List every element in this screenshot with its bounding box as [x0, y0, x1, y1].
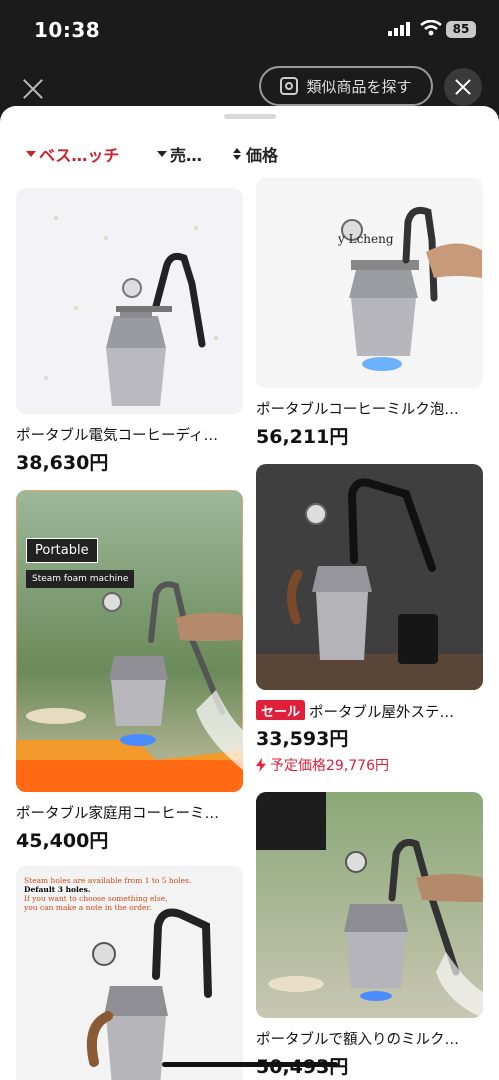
product-image[interactable] [256, 464, 483, 690]
product-card[interactable]: ポータブルで額入りのミルク… 50,493円 [256, 792, 483, 1079]
caret-down-icon [157, 151, 167, 157]
home-indicator[interactable] [162, 1062, 338, 1067]
product-image[interactable]: Steam holes are available from 1 to 5 ho… [16, 866, 243, 1080]
product-name: ポータブルコーヒーミルク泡… [256, 402, 459, 418]
sort-tab-sales[interactable]: 売… [157, 142, 202, 166]
product-caption: Steam holes are available from 1 to 5 ho… [24, 876, 191, 912]
caret-down-icon [26, 151, 36, 157]
product-price: 33,593円 [256, 728, 349, 750]
product-image[interactable] [256, 792, 483, 1018]
planned-price-value: 29,776円 [326, 758, 389, 774]
dismiss-icon[interactable] [444, 68, 482, 106]
product-name: ポータブル家庭用コーヒーミ… [16, 806, 219, 822]
cellular-signal-icon [388, 22, 410, 36]
close-icon[interactable] [20, 76, 46, 102]
overlay-subtitle: Steam foam machine [26, 570, 135, 588]
product-card[interactable]: Steam holes are available from 1 to 5 ho… [16, 866, 243, 1080]
product-card[interactable]: セール ポータブル屋外ステ… 33,593円 予定価格29,776円 [256, 464, 483, 775]
caption-line: Steam holes are available from 1 to 5 ho… [24, 876, 192, 885]
product-card[interactable]: Portable Steam foam machine ポータブル家庭用コーヒー… [16, 490, 243, 853]
espresso-maker-image [256, 178, 483, 388]
caption-line: If you want to choose something else, [24, 894, 168, 903]
product-price: 38,630円 [16, 452, 109, 474]
product-image[interactable] [16, 188, 243, 414]
product-image[interactable]: y Lcheng [256, 178, 483, 388]
product-name: ポータブル電気コーヒーディ… [16, 428, 218, 444]
product-price: 45,400円 [16, 830, 109, 852]
sort-tab-label: ベス…ッチ [39, 146, 120, 165]
sort-tab-price[interactable]: 価格 [233, 142, 278, 166]
sort-tab-label: 価格 [246, 146, 279, 165]
planned-price-label: 予定価格 [270, 758, 326, 774]
sale-badge: セール [256, 700, 306, 720]
battery-indicator: 85 [446, 21, 476, 38]
top-bar: 類似商品を探す [0, 62, 499, 112]
find-similar-label: 類似商品を探す [306, 77, 412, 96]
sort-tab-best-match[interactable]: ベス…ッチ [26, 142, 119, 166]
lightning-icon [256, 758, 266, 772]
product-image[interactable]: Portable Steam foam machine [16, 490, 243, 792]
caption-line: you can make a note in the order. [24, 903, 152, 912]
product-name: セール ポータブル屋外ステ… [256, 700, 483, 720]
sort-tab-label: 売… [170, 146, 203, 165]
drag-handle[interactable] [224, 114, 276, 119]
product-price: 56,211円 [256, 426, 349, 448]
espresso-maker-image [16, 490, 243, 792]
overlay-title: Portable [26, 538, 98, 563]
caption-line: Default 3 holes. [24, 885, 91, 894]
image-search-icon [280, 77, 299, 95]
similar-items-sheet: ベス…ッチ 売… 価格 ポータブル電気コーヒーディ… 38,630円 y Lch… [0, 106, 499, 1080]
espresso-maker-image [256, 792, 483, 1018]
status-time: 10:38 [34, 18, 101, 42]
planned-price-row: 予定価格29,776円 [256, 755, 483, 775]
wifi-icon [420, 20, 442, 36]
product-name-text: ポータブル屋外ステ… [309, 705, 455, 720]
espresso-maker-image [256, 464, 483, 690]
sort-updown-icon [233, 148, 241, 160]
product-name: ポータブルで額入りのミルク… [256, 1032, 459, 1048]
product-card[interactable]: ポータブル電気コーヒーディ… 38,630円 [16, 188, 243, 475]
product-card[interactable]: y Lcheng ポータブルコーヒーミルク泡… 56,211円 [256, 178, 483, 449]
status-bar: 10:38 85 [0, 0, 499, 62]
espresso-maker-image [16, 188, 243, 414]
watermark-text: y Lcheng [338, 232, 394, 246]
find-similar-button[interactable]: 類似商品を探す [259, 66, 433, 106]
